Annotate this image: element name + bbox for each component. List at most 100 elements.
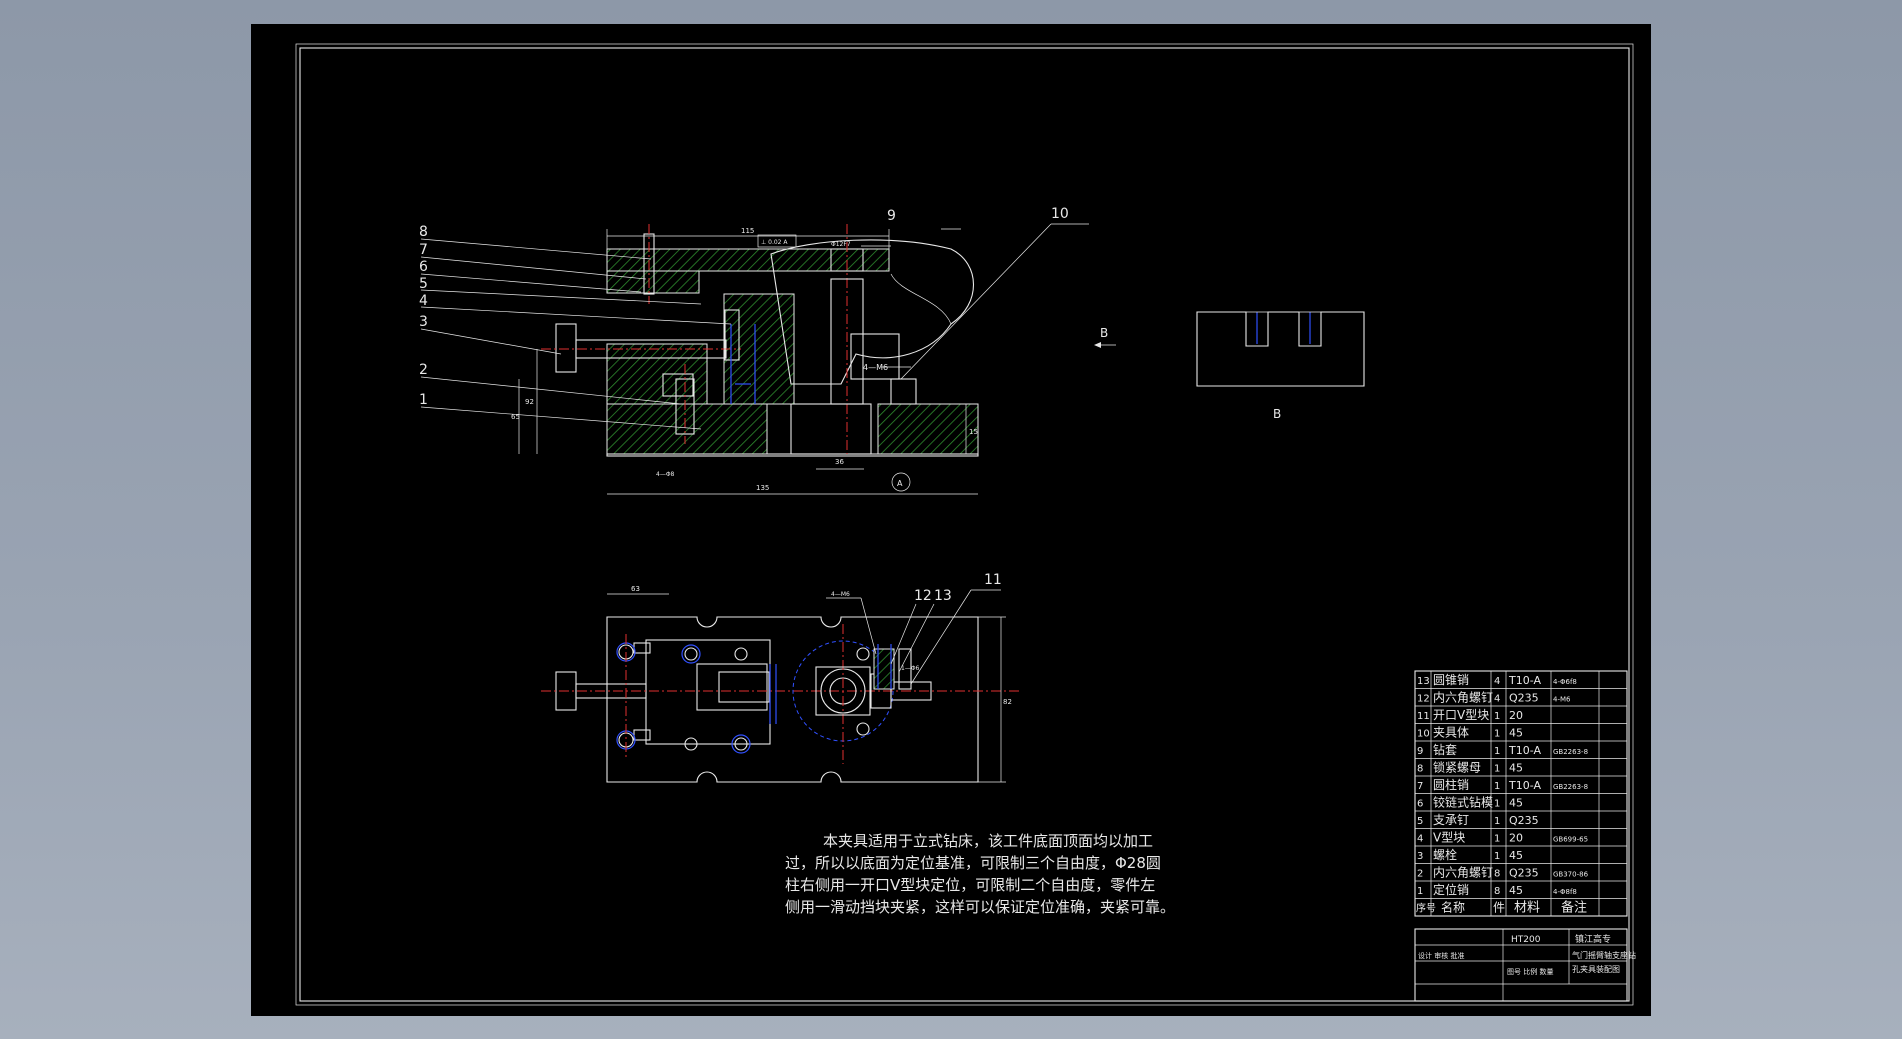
svg-text:本夹具适用于立式钻床，该工件底面顶面均以加工: 本夹具适用于立式钻床，该工件底面顶面均以加工 — [823, 832, 1153, 850]
bom-cell-qty: 1 — [1494, 816, 1500, 827]
svg-text:4—M6: 4—M6 — [831, 591, 850, 598]
bom-cell-material: 45 — [1509, 797, 1523, 810]
svg-text:A: A — [897, 479, 903, 488]
bom-cell-no: 13 — [1417, 676, 1430, 687]
bom-cell-qty: 1 — [1494, 729, 1500, 740]
svg-text:3: 3 — [419, 314, 428, 330]
title-block: HT200 镇江高专 气门摇臂轴支座钻 孔夹具装配图 设计 审核 批准 图号 比… — [1414, 928, 1636, 1002]
base-right — [877, 403, 979, 455]
bom-cell-material: 20 — [1509, 709, 1523, 722]
bom-cell-name: 圆锥销 — [1433, 673, 1469, 687]
bom-cell-material: 45 — [1509, 884, 1523, 897]
svg-text:1: 1 — [419, 392, 428, 408]
bom-cell-qty: 4 — [1494, 676, 1500, 687]
bom-cell-material: Q235 — [1509, 814, 1539, 827]
bom-cell-note: GB2263-8 — [1553, 783, 1588, 791]
svg-text:图号 比例 数量: 图号 比例 数量 — [1507, 967, 1553, 976]
bom-cell-no: 2 — [1417, 869, 1423, 880]
bom-cell-qty: 1 — [1494, 711, 1500, 722]
svg-text:115: 115 — [741, 227, 754, 235]
svg-text:设计 审核 批准: 设计 审核 批准 — [1418, 951, 1464, 960]
svg-text:92: 92 — [525, 398, 534, 406]
base-left — [606, 403, 768, 455]
bom-cell-qty: 1 — [1494, 799, 1500, 810]
section-b-outline — [1196, 311, 1365, 387]
bom-cell-qty: 1 — [1494, 834, 1500, 845]
svg-text:135: 135 — [756, 484, 769, 492]
svg-text:2: 2 — [419, 362, 428, 378]
base-center — [790, 403, 872, 455]
bom-cell-qty: 8 — [1494, 869, 1500, 880]
bom-cell-name: 支承钉 — [1433, 813, 1469, 827]
front-section-view: 115 ⊥ 0.02 A Φ12F7 135 92 65 15 36 4—M6 … — [419, 206, 1089, 495]
svg-text:侧用一滑动挡块夹紧，这样可以保证定位准确，夹紧可靠。: 侧用一滑动挡块夹紧，这样可以保证定位准确，夹紧可靠。 — [785, 898, 1175, 916]
bom-cell-no: 10 — [1417, 729, 1430, 740]
bom-header-name: 名称 — [1441, 900, 1465, 915]
bom-cell-name: 定位销 — [1433, 882, 1469, 897]
svg-text:气门摇臂轴支座钻: 气门摇臂轴支座钻 — [1572, 950, 1636, 960]
bom-cell-name: 开口V型块 — [1433, 708, 1489, 722]
bom-header-qty: 件 — [1493, 901, 1505, 915]
bom-cell-qty: 1 — [1494, 781, 1500, 792]
svg-text:HT200: HT200 — [1511, 935, 1541, 945]
svg-text:10: 10 — [1051, 206, 1069, 222]
svg-text:6: 6 — [419, 259, 428, 275]
svg-text:镇江高专: 镇江高专 — [1575, 933, 1611, 945]
svg-text:11: 11 — [984, 572, 1002, 588]
bom-cell-qty: 1 — [1494, 746, 1500, 757]
bom-cell-qty: 8 — [1494, 886, 1500, 897]
bom-cell-material: T10-A — [1508, 779, 1541, 792]
bom-cell-qty: 4 — [1494, 694, 1500, 705]
section-b-view: B B — [1094, 311, 1365, 421]
bom-header-no: 序号 — [1416, 902, 1436, 915]
svg-text:12: 12 — [914, 588, 932, 604]
bom-cell-name: 内六角螺钉 — [1433, 866, 1493, 880]
technical-note: 本夹具适用于立式钻床，该工件底面顶面均以加工 过，所以以底面为定位基准，可限制三… — [785, 832, 1175, 916]
bom-cell-material: 45 — [1509, 762, 1523, 775]
bom-cell-note: 4-M6 — [1553, 696, 1571, 704]
bom-cell-no: 4 — [1417, 834, 1423, 845]
svg-text:柱右侧用一开口V型块定位，可限制二个自由度，零件左: 柱右侧用一开口V型块定位，可限制二个自由度，零件左 — [785, 876, 1155, 894]
svg-text:⊥ 0.02 A: ⊥ 0.02 A — [761, 239, 788, 246]
bom-cell-name: 夹具体 — [1433, 726, 1469, 740]
bolt-head — [555, 323, 577, 373]
bom-cell-note: 4-Φ6f8 — [1553, 678, 1577, 686]
svg-text:4: 4 — [419, 293, 428, 309]
bom-cell-no: 3 — [1417, 851, 1423, 862]
bom-cell-name: 圆柱销 — [1433, 777, 1469, 792]
bom-cell-note: 4-Φ8f8 — [1553, 888, 1577, 896]
bom-header-material: 材料 — [1514, 901, 1540, 916]
bom-cell-no: 6 — [1417, 799, 1423, 810]
svg-text:15: 15 — [969, 428, 978, 436]
bom-cell-note: GB699-65 — [1553, 836, 1588, 844]
bom-cell-material: Q235 — [1509, 867, 1539, 880]
bom-cell-note: GB370-86 — [1553, 871, 1589, 879]
bom-cell-material: 45 — [1509, 727, 1523, 740]
bom-cell-name: 锁紧螺母 — [1433, 760, 1481, 775]
svg-text:Φ12F7: Φ12F7 — [831, 241, 851, 248]
svg-text:孔夹具装配图: 孔夹具装配图 — [1572, 964, 1620, 974]
bom-cell-no: 12 — [1417, 694, 1430, 705]
bom-cell-no: 5 — [1417, 816, 1423, 827]
bom-cell-no: 7 — [1417, 781, 1423, 792]
svg-text:B: B — [1273, 407, 1281, 421]
svg-text:7: 7 — [419, 242, 428, 258]
bom-cell-name: 螺栓 — [1433, 847, 1457, 862]
svg-text:1—Φ6: 1—Φ6 — [901, 665, 920, 672]
drawing-canvas[interactable]: 115 ⊥ 0.02 A Φ12F7 135 92 65 15 36 4—M6 … — [251, 24, 1651, 1016]
bom-cell-name: 内六角螺钉 — [1433, 691, 1493, 705]
bom-cell-material: 45 — [1509, 849, 1523, 862]
svg-text:4—Φ8: 4—Φ8 — [656, 471, 675, 478]
svg-text:过，所以以底面为定位基准，可限制三个自由度，Φ28圆: 过，所以以底面为定位基准，可限制三个自由度，Φ28圆 — [785, 854, 1161, 872]
bom-cell-material: Q235 — [1509, 692, 1539, 705]
bom-cell-no: 9 — [1417, 746, 1423, 757]
bom-table: 13 圆锥销 4 T10-A 4-Φ6f812 内六角螺钉 4 Q235 4-M611 开口V型块… — [1414, 670, 1628, 917]
svg-text:13: 13 — [934, 588, 952, 604]
svg-text:9: 9 — [887, 208, 896, 224]
bom-cell-qty: 1 — [1494, 764, 1500, 775]
drawing-sheet[interactable]: 115 ⊥ 0.02 A Φ12F7 135 92 65 15 36 4—M6 … — [251, 24, 1651, 1016]
svg-text:36: 36 — [835, 458, 844, 466]
svg-text:82: 82 — [1003, 698, 1012, 706]
cad-viewer: 115 ⊥ 0.02 A Φ12F7 135 92 65 15 36 4—M6 … — [0, 0, 1902, 1039]
bom-cell-note: GB2263-8 — [1553, 748, 1588, 756]
